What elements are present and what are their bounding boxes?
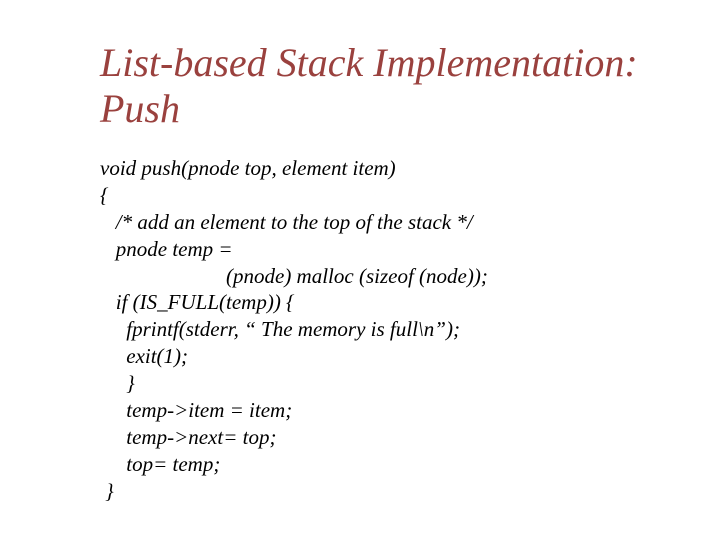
code-line: temp->item = item; <box>100 398 292 422</box>
code-block: void push(pnode top, element item) { /* … <box>100 155 660 504</box>
code-line: pnode temp = <box>100 237 233 261</box>
code-line: /* add an element to the top of the stac… <box>100 210 473 234</box>
slide: List-based Stack Implementation: Push vo… <box>0 0 720 540</box>
code-line: temp->next= top; <box>100 425 276 449</box>
code-line: } <box>100 479 114 503</box>
code-line: } <box>100 371 135 395</box>
code-line: exit(1); <box>100 344 188 368</box>
code-line: if (IS_FULL(temp)) { <box>100 290 294 314</box>
code-line: { <box>100 183 108 207</box>
code-line: fprintf(stderr, “ The memory is full\n”)… <box>100 317 460 341</box>
code-line: void push(pnode top, element item) <box>100 156 396 180</box>
slide-title: List-based Stack Implementation: Push <box>100 40 660 132</box>
code-line: top= temp; <box>100 452 220 476</box>
code-line: (pnode) malloc (sizeof (node)); <box>100 264 488 288</box>
